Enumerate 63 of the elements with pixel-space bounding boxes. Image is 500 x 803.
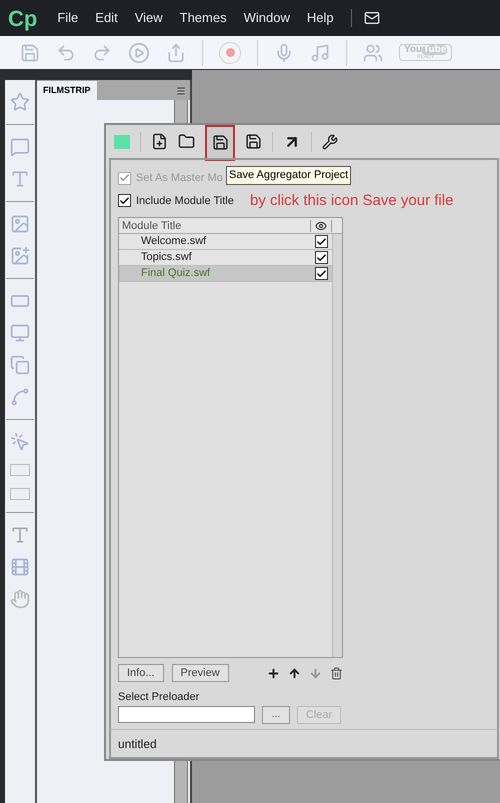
hand-icon[interactable] [10, 589, 30, 609]
image-icon[interactable] [10, 214, 30, 234]
eye-icon [310, 220, 332, 232]
module-title: Welcome.swf [140, 234, 208, 250]
dialog-button[interactable]: Info... [118, 664, 164, 682]
menu-item[interactable]: Edit [95, 8, 118, 28]
annotation-text: by click this icon Save your file [250, 191, 454, 211]
save-icon[interactable] [20, 42, 40, 62]
checkbox[interactable] [118, 194, 131, 208]
text-icon[interactable] [10, 169, 30, 189]
wrench-icon[interactable] [322, 134, 338, 150]
play-icon[interactable] [128, 42, 150, 64]
star-icon[interactable] [10, 92, 30, 112]
widget-icon[interactable] [114, 134, 130, 148]
dialog-button[interactable]: Preview [172, 664, 229, 682]
menu-item[interactable]: Help [306, 8, 334, 28]
menu-item[interactable]: Window [244, 8, 290, 28]
column-header: Module Title [121, 219, 182, 233]
undo-icon[interactable] [56, 42, 76, 62]
app-logo: Cp [8, 4, 38, 33]
film-icon[interactable] [10, 557, 30, 577]
module-title: Final Quiz.swf [140, 266, 212, 282]
menu-item[interactable]: File [57, 8, 78, 28]
save-button[interactable] [205, 124, 235, 160]
monitor-icon[interactable] [10, 323, 30, 343]
save-icon [212, 134, 228, 151]
users-icon[interactable] [363, 42, 383, 62]
panel-menu-icon[interactable] [176, 86, 186, 96]
move-up-icon[interactable] [288, 666, 301, 680]
module-row[interactable]: Topics.swf [119, 250, 332, 266]
option-label: Set As Master Mo [136, 171, 223, 186]
panel-tab[interactable]: FILMSTRIP [37, 81, 96, 100]
checkbox[interactable] [314, 235, 328, 248]
option-label: Include Module Title [136, 194, 234, 208]
menu-item[interactable]: View [134, 8, 163, 28]
preloader-label: Select Preloader [118, 690, 200, 705]
checkbox[interactable] [314, 267, 328, 280]
speech-bubble-icon[interactable] [10, 137, 30, 157]
status-text: untitled [118, 736, 157, 752]
music-note-icon[interactable] [310, 42, 330, 62]
path-icon[interactable] [10, 387, 30, 407]
browse-button[interactable]: ... [262, 706, 290, 724]
scrollbar[interactable] [332, 234, 342, 657]
new-file-icon[interactable] [151, 133, 168, 150]
preloader-field[interactable] [118, 706, 255, 723]
menu-item[interactable]: Themes [180, 8, 227, 28]
module-row[interactable]: Welcome.swf [119, 234, 332, 250]
tooltip: Save Aggregator Project [226, 166, 352, 184]
checkbox[interactable] [314, 251, 328, 264]
folder-icon[interactable] [178, 133, 195, 150]
save-as-icon[interactable] [245, 133, 262, 150]
delete-icon[interactable] [330, 666, 343, 680]
move-down-icon[interactable] [308, 666, 322, 680]
mail-icon[interactable] [364, 10, 380, 26]
record-icon[interactable] [219, 42, 241, 64]
image-plus-icon[interactable] [10, 246, 30, 266]
redo-icon[interactable] [92, 42, 112, 62]
module-title: Topics.swf [140, 250, 193, 266]
stacked-squares-icon[interactable] [10, 355, 30, 375]
add-icon[interactable] [266, 666, 280, 680]
click-pointer-icon[interactable] [10, 432, 30, 452]
text-width-icon[interactable] [10, 525, 30, 545]
share-icon[interactable] [166, 42, 186, 62]
